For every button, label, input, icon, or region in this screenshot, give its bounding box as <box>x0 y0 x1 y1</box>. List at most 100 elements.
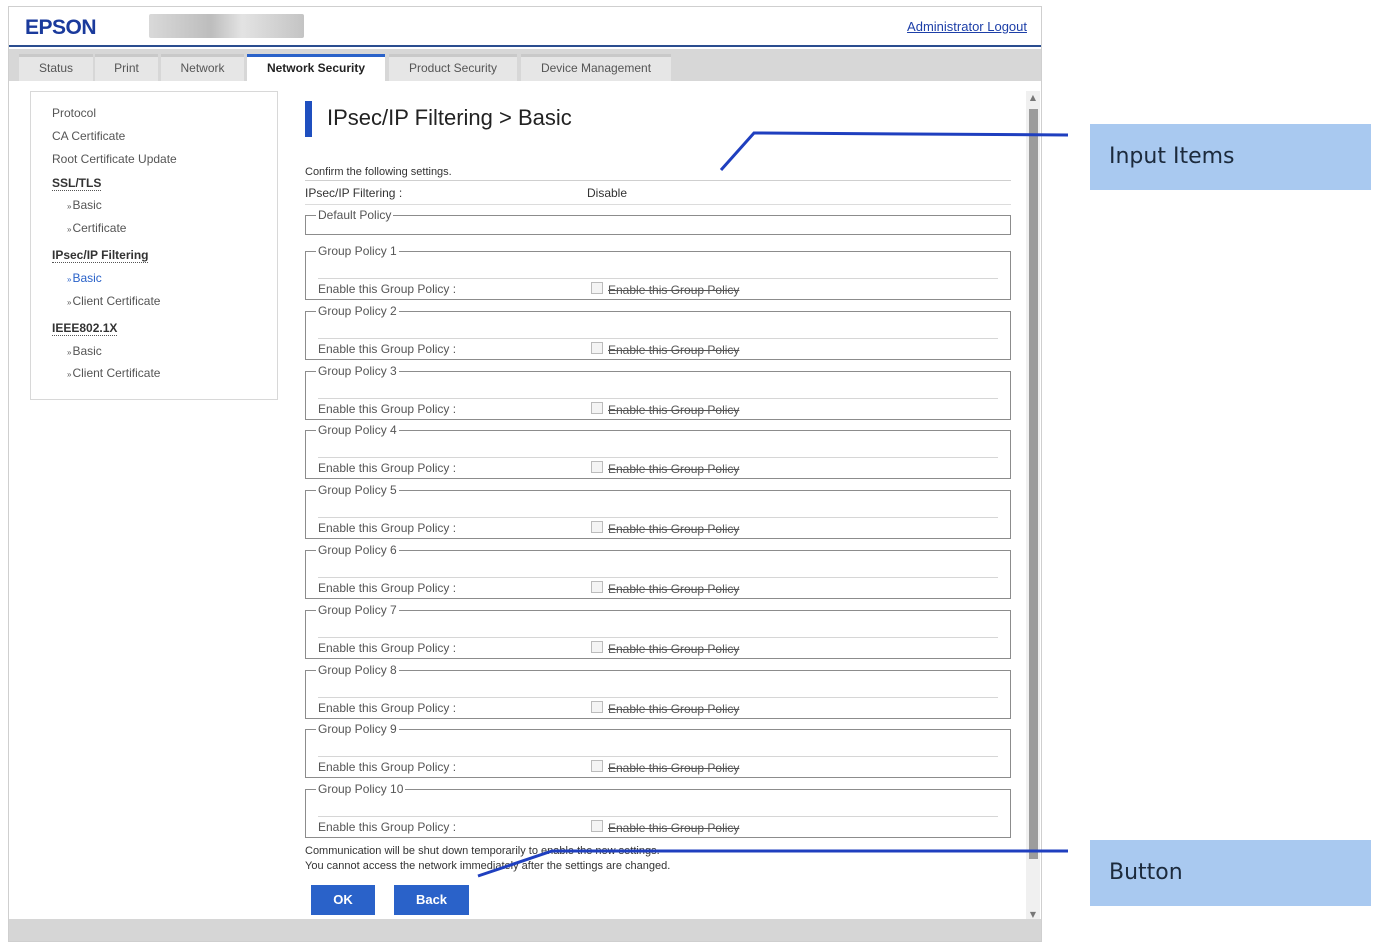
back-button[interactable]: Back <box>394 885 469 915</box>
enable-group-policy-label: Enable this Group Policy : <box>318 402 457 416</box>
tab-print[interactable]: Print <box>95 54 158 81</box>
default-policy-box: Default Policy <box>305 208 1011 235</box>
group-policy-row: Enable this Group Policy : Enable this Gr… <box>318 457 998 476</box>
sidebar-item-label: Basic <box>72 198 102 212</box>
enable-group-policy-caption: Enable this Group Policy <box>608 761 740 775</box>
enable-group-policy-caption: Enable this Group Policy <box>608 642 740 656</box>
enable-group-policy-label: Enable this Group Policy : <box>318 342 457 356</box>
enable-group-policy-checkbox[interactable] <box>591 581 603 593</box>
tab-network[interactable]: Network <box>161 54 244 81</box>
ipsec-filtering-label: IPsec/IP Filtering : <box>305 186 403 200</box>
ok-button[interactable]: OK <box>311 885 375 915</box>
bullet-icon: » <box>67 202 72 211</box>
scroll-thumb[interactable] <box>1029 109 1038 859</box>
input-items-callout: Input Items <box>1090 124 1371 190</box>
tab-network-security[interactable]: Network Security <box>247 54 385 82</box>
group-policy-legend[interactable]: Group Policy 5 <box>316 483 399 497</box>
bullet-icon: » <box>67 298 72 307</box>
bullet-icon: » <box>67 275 72 284</box>
enable-group-policy-checkbox[interactable] <box>591 282 603 294</box>
sidebar-heading-ipsec: IPsec/IP Filtering <box>52 248 149 263</box>
group-policy-box: Group Policy 1 Enable this Group Policy :… <box>305 244 1011 300</box>
tab-device-management[interactable]: Device Management <box>521 54 671 81</box>
sidebar-heading-ssl-tls: SSL/TLS <box>52 176 102 191</box>
sidebar-item-root-certificate-update[interactable]: Root Certificate Update <box>52 152 177 166</box>
enable-group-policy-checkbox[interactable] <box>591 641 603 653</box>
enable-group-policy-label: Enable this Group Policy : <box>318 461 457 475</box>
tab-bar: Status Print Network Network Security Pr… <box>9 49 1041 82</box>
enable-group-policy-checkbox[interactable] <box>591 402 603 414</box>
enable-group-policy-checkbox[interactable] <box>591 820 603 832</box>
title-accent-bar <box>305 101 312 137</box>
sidebar-item-ipsec-basic[interactable]: »Basic <box>67 271 102 285</box>
divider <box>305 180 1011 181</box>
scroll-up-icon[interactable]: ▲ <box>1026 93 1040 102</box>
sidebar-item-ieee-basic[interactable]: »Basic <box>67 344 102 358</box>
enable-group-policy-checkbox[interactable] <box>591 701 603 713</box>
group-policy-row: Enable this Group Policy : Enable this Gr… <box>318 637 998 656</box>
divider <box>305 204 1011 205</box>
enable-group-policy-checkbox[interactable] <box>591 760 603 772</box>
notice-text: You cannot access the network immediatel… <box>305 860 671 872</box>
group-policy-legend[interactable]: Group Policy 9 <box>316 722 399 736</box>
enable-group-policy-checkbox[interactable] <box>591 521 603 533</box>
sidebar-heading-ieee8021x: IEEE802.1X <box>52 321 118 336</box>
group-policy-legend[interactable]: Group Policy 8 <box>316 663 399 677</box>
sidebar-item-ieee-client-certificate[interactable]: »Client Certificate <box>67 366 160 380</box>
footer-bar <box>9 919 1041 941</box>
button-callout: Button <box>1090 840 1371 906</box>
sidebar-item-ca-certificate[interactable]: CA Certificate <box>52 129 125 143</box>
enable-group-policy-caption: Enable this Group Policy <box>608 702 740 716</box>
enable-group-policy-checkbox[interactable] <box>591 342 603 354</box>
group-policy-row: Enable this Group Policy : Enable this Gr… <box>318 816 998 835</box>
group-policy-legend[interactable]: Group Policy 3 <box>316 364 399 378</box>
sidebar-item-ssl-basic[interactable]: »Basic <box>67 198 102 212</box>
sidebar-item-label: Basic <box>72 271 102 285</box>
sidebar-item-label: Certificate <box>72 221 127 235</box>
enable-group-policy-label: Enable this Group Policy : <box>318 581 457 595</box>
group-policy-box: Group Policy 5 Enable this Group Policy :… <box>305 483 1011 539</box>
browser-frame: EPSON Administrator Logout Status Print … <box>8 6 1042 942</box>
logout-link[interactable]: Administrator Logout <box>907 19 1027 34</box>
scroll-down-icon[interactable]: ▼ <box>1026 910 1040 919</box>
sidebar-item-label: Client Certificate <box>72 366 161 380</box>
enable-group-policy-checkbox[interactable] <box>591 461 603 473</box>
enable-group-policy-caption: Enable this Group Policy <box>608 821 740 835</box>
sidebar-item-label: Client Certificate <box>72 294 161 308</box>
enable-group-policy-label: Enable this Group Policy : <box>318 641 457 655</box>
sidebar-item-ipsec-client-certificate[interactable]: »Client Certificate <box>67 294 160 308</box>
sidebar-item-protocol[interactable]: Protocol <box>52 106 96 120</box>
group-policy-box: Group Policy 8 Enable this Group Policy :… <box>305 663 1011 719</box>
sidebar-item-ssl-certificate[interactable]: »Certificate <box>67 221 126 235</box>
group-policy-legend[interactable]: Group Policy 4 <box>316 423 399 437</box>
group-policy-row: Enable this Group Policy : Enable this Gr… <box>318 338 998 357</box>
enable-group-policy-label: Enable this Group Policy : <box>318 760 457 774</box>
bullet-icon: » <box>67 370 72 379</box>
scrollbar[interactable]: ▲ ▼ <box>1026 91 1040 921</box>
group-policy-box: Group Policy 10 Enable this Group Policy … <box>305 782 1011 838</box>
group-policy-box: Group Policy 9 Enable this Group Policy :… <box>305 722 1011 778</box>
group-policy-row: Enable this Group Policy : Enable this Gr… <box>318 577 998 596</box>
group-policy-box: Group Policy 2 Enable this Group Policy :… <box>305 304 1011 360</box>
group-policy-legend[interactable]: Group Policy 2 <box>316 304 399 318</box>
group-policy-box: Group Policy 6 Enable this Group Policy :… <box>305 543 1011 599</box>
group-policy-legend[interactable]: Group Policy 6 <box>316 543 399 557</box>
group-policy-box: Group Policy 7 Enable this Group Policy :… <box>305 603 1011 659</box>
page-title: IPsec/IP Filtering > Basic <box>327 105 572 130</box>
epson-logo: EPSON <box>25 16 97 39</box>
default-policy-legend[interactable]: Default Policy <box>316 208 393 222</box>
enable-group-policy-caption: Enable this Group Policy <box>608 343 740 357</box>
group-policy-legend[interactable]: Group Policy 7 <box>316 603 399 617</box>
group-policy-row: Enable this Group Policy : Enable this Gr… <box>318 517 998 536</box>
group-policy-row: Enable this Group Policy : Enable this Gr… <box>318 756 998 775</box>
group-policy-row: Enable this Group Policy : Enable this Gr… <box>318 697 998 716</box>
group-policy-legend[interactable]: Group Policy 10 <box>316 782 405 796</box>
bullet-icon: » <box>67 348 72 357</box>
ipsec-filtering-row: IPsec/IP Filtering : Disable <box>305 186 1011 202</box>
tab-product-security[interactable]: Product Security <box>389 54 517 81</box>
bullet-icon: » <box>67 225 72 234</box>
tab-status[interactable]: Status <box>19 54 93 81</box>
enable-group-policy-caption: Enable this Group Policy <box>608 462 740 476</box>
group-policy-legend[interactable]: Group Policy 1 <box>316 244 399 258</box>
group-policy-row: Enable this Group Policy : Enable this Gr… <box>318 278 998 297</box>
